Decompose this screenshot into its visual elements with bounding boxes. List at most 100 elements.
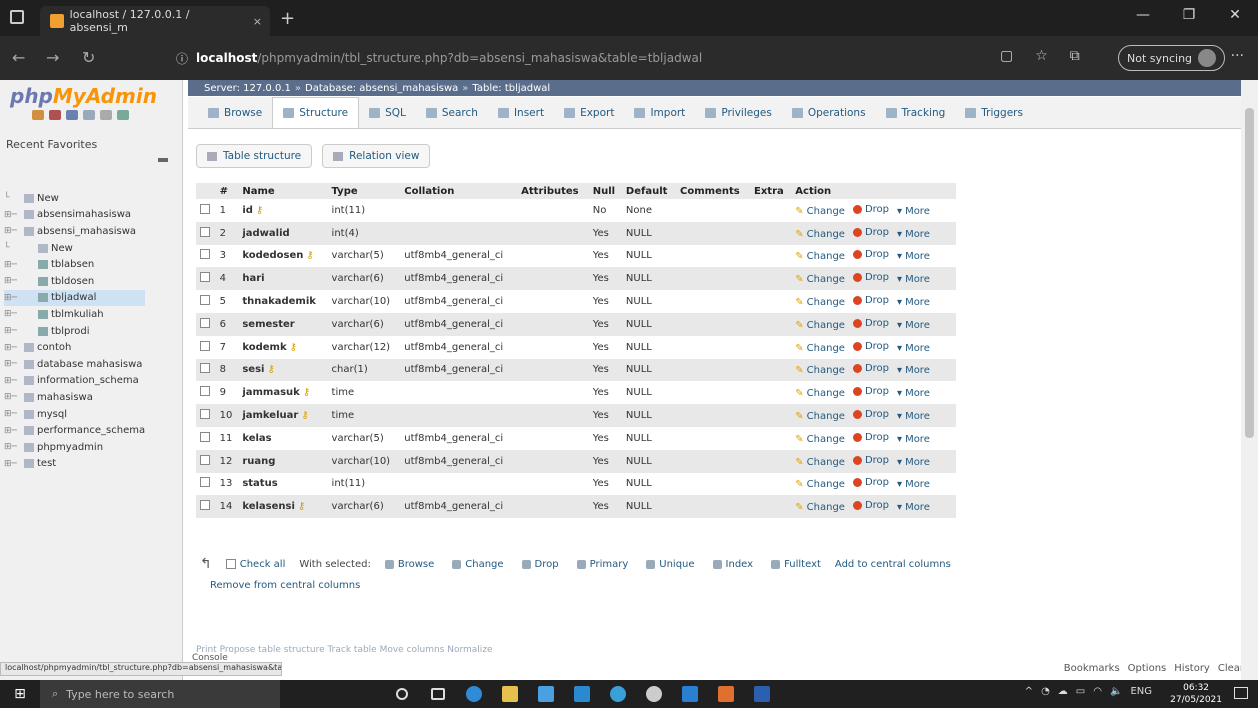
console-options-link[interactable]: Options (1128, 663, 1167, 674)
page-scrollbar[interactable] (1241, 80, 1258, 680)
expand-icon[interactable]: ⊞─ (4, 426, 24, 436)
taskbar-search[interactable]: ⌕ Type here to search (40, 680, 280, 708)
breadcrumb-table[interactable]: Table: tbljadwal (472, 83, 550, 94)
change-button[interactable]: ✎ Change (795, 320, 845, 331)
drop-button[interactable]: Drop (852, 227, 889, 238)
tab-operations[interactable]: Operations (782, 98, 876, 128)
expand-icon[interactable]: ⊞─ (4, 343, 24, 353)
remove-central-columns[interactable]: Remove from central columns (210, 580, 360, 591)
change-button[interactable]: ✎ Change (795, 229, 845, 240)
recent-link[interactable]: Recent (6, 138, 44, 151)
drop-button[interactable]: Drop (852, 249, 889, 260)
new-tab-icon[interactable]: + (280, 8, 295, 29)
add-central-columns[interactable]: Add to central columns (835, 559, 951, 570)
language-indicator[interactable]: ENG (1130, 686, 1152, 697)
more-button[interactable]: ▾ More (897, 274, 930, 285)
scrollbar-thumb[interactable] (1245, 108, 1254, 438)
cloud-icon[interactable]: ☁ (1058, 686, 1068, 697)
more-button[interactable]: ▾ More (897, 297, 930, 308)
collections-icon[interactable]: ⧉ (1070, 48, 1080, 64)
row-checkbox[interactable] (200, 203, 210, 214)
tab-tracking[interactable]: Tracking (876, 98, 956, 128)
expand-icon[interactable]: ⊞─ (4, 376, 24, 386)
more-button[interactable]: ▾ More (897, 434, 930, 445)
pma-logo[interactable]: phpMyAdmin (10, 84, 157, 108)
favorite-star-icon[interactable]: ☆ (1035, 48, 1048, 64)
row-checkbox[interactable] (200, 249, 210, 260)
change-button[interactable]: ✎ Change (795, 251, 845, 262)
expand-icon[interactable]: ⊞─ (4, 326, 38, 336)
more-button[interactable]: ▾ More (897, 251, 930, 262)
row-checkbox[interactable] (200, 431, 210, 442)
app-menu-icon[interactable] (10, 10, 24, 24)
row-checkbox[interactable] (200, 295, 210, 306)
more-button[interactable]: ▾ More (897, 343, 930, 354)
word-icon[interactable] (744, 684, 780, 704)
tab-export[interactable]: Export (554, 98, 624, 128)
refresh-icon[interactable]: ↻ (82, 48, 95, 67)
console-bookmarks-link[interactable]: Bookmarks (1064, 663, 1120, 674)
reload-icon[interactable] (117, 110, 129, 120)
tree-item[interactable]: ⊞─ mysql (4, 406, 145, 423)
bulk-fulltext-button[interactable]: Fulltext (771, 559, 821, 570)
photos-icon[interactable] (564, 684, 600, 704)
browser-icon[interactable] (600, 684, 636, 704)
minimize-icon[interactable]: — (1120, 0, 1166, 30)
tab-table-structure[interactable]: Table structure (196, 144, 313, 168)
row-checkbox[interactable] (200, 454, 210, 465)
tree-item[interactable]: └ New (4, 190, 145, 207)
tab-privileges[interactable]: Privileges (695, 98, 782, 128)
check-all-checkbox[interactable] (225, 559, 236, 569)
change-button[interactable]: ✎ Change (795, 434, 845, 445)
console-history-link[interactable]: History (1174, 663, 1210, 674)
row-checkbox[interactable] (200, 226, 210, 237)
collapse-all-icon[interactable] (158, 158, 168, 162)
drop-button[interactable]: Drop (852, 432, 889, 443)
change-button[interactable]: ✎ Change (795, 365, 845, 376)
network-icon[interactable]: ◔ (1041, 686, 1050, 697)
change-button[interactable]: ✎ Change (795, 343, 845, 354)
vscode-icon[interactable] (672, 684, 708, 704)
expand-icon[interactable]: ⊞─ (4, 392, 24, 402)
row-checkbox[interactable] (200, 477, 210, 488)
expand-icon[interactable]: ⊞─ (4, 459, 24, 469)
forward-icon[interactable]: → (46, 48, 59, 67)
store-icon[interactable] (528, 684, 564, 704)
more-button[interactable]: ▾ More (897, 411, 930, 422)
edge-icon[interactable] (456, 684, 492, 704)
tab-close-icon[interactable]: × (253, 15, 262, 28)
expand-icon[interactable]: └ (4, 243, 38, 253)
row-checkbox[interactable] (200, 409, 210, 420)
expand-icon[interactable]: ⊞─ (4, 260, 38, 270)
logout-icon[interactable] (49, 110, 61, 120)
battery-icon[interactable]: ▭ (1076, 686, 1085, 697)
reader-icon[interactable]: ▢ (1000, 48, 1013, 64)
expand-icon[interactable]: ⊞─ (4, 409, 24, 419)
drop-button[interactable]: Drop (852, 477, 889, 488)
drop-button[interactable]: Drop (852, 500, 889, 511)
more-button[interactable]: ▾ More (897, 206, 930, 217)
drop-button[interactable]: Drop (852, 455, 889, 466)
change-button[interactable]: ✎ Change (795, 274, 845, 285)
volume-icon[interactable]: 🔈 (1110, 686, 1122, 697)
expand-icon[interactable]: ⊞─ (4, 226, 24, 236)
more-button[interactable]: ▾ More (897, 457, 930, 468)
more-button[interactable]: ▾ More (897, 502, 930, 513)
breadcrumb-server[interactable]: Server: 127.0.0.1 (204, 83, 291, 94)
tree-item[interactable]: ⊞─ tblabsen (4, 256, 145, 273)
expand-icon[interactable]: ⊞─ (4, 276, 38, 286)
drop-button[interactable]: Drop (852, 363, 889, 374)
drop-button[interactable]: Drop (852, 318, 889, 329)
change-button[interactable]: ✎ Change (795, 388, 845, 399)
row-checkbox[interactable] (200, 340, 210, 351)
drop-button[interactable]: Drop (852, 386, 889, 397)
tab-search[interactable]: Search (416, 98, 488, 128)
cortana-icon[interactable] (384, 684, 420, 704)
wifi-icon[interactable]: ◠ (1093, 686, 1102, 697)
change-button[interactable]: ✎ Change (795, 457, 845, 468)
expand-icon[interactable]: ⊞─ (4, 210, 24, 220)
bulk-change-button[interactable]: Change (452, 559, 504, 570)
breadcrumb-database[interactable]: Database: absensi_mahasiswa (305, 83, 458, 94)
help-icon[interactable] (66, 110, 78, 120)
bulk-index-button[interactable]: Index (712, 559, 753, 570)
